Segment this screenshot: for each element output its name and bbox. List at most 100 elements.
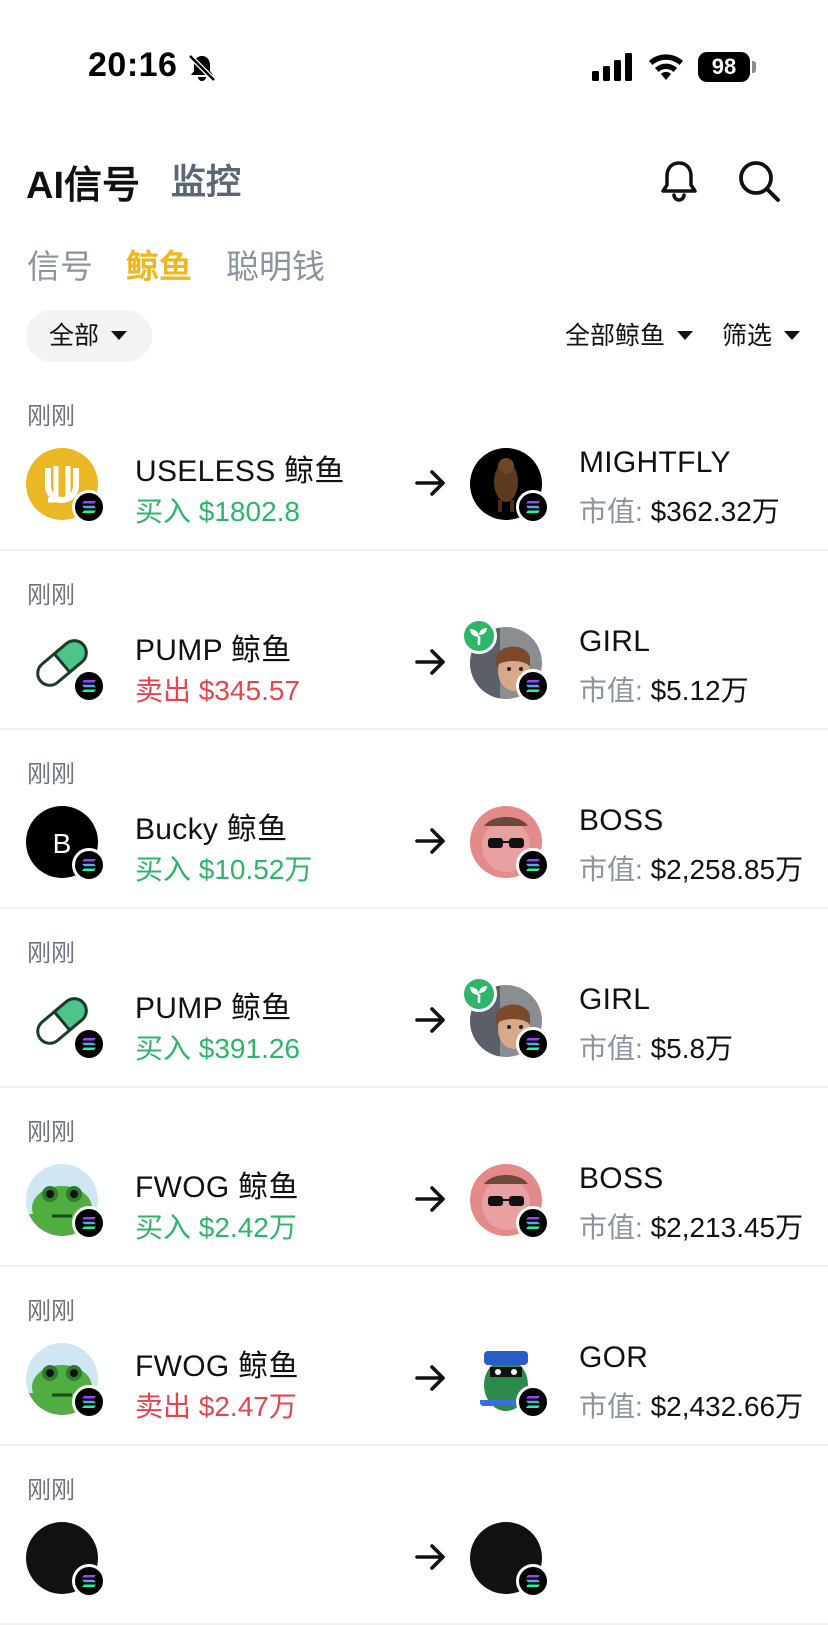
trade-action: 卖出 $2.47万 (135, 1391, 297, 1422)
list-item[interactable]: 刚刚 B Bucky 鲸鱼 买入 $10.52万 BOSS 市值: $2,258.85万 (0, 730, 828, 909)
solana-chain-icon (72, 1206, 106, 1240)
whale-name: FWOG 鲸鱼 (135, 1350, 299, 1383)
caret-down-icon (784, 331, 801, 341)
token-name[interactable]: BOSS (579, 1162, 664, 1196)
market-cap: 市值: $2,432.66万 (579, 1385, 803, 1425)
screen-dropdown[interactable]: 筛选 (722, 310, 801, 362)
token-avatar[interactable] (470, 448, 550, 524)
whale-avatar[interactable] (26, 1343, 106, 1419)
token-name[interactable]: BOSS (579, 804, 664, 838)
token-avatar[interactable] (470, 1522, 550, 1598)
whale-avatar[interactable] (26, 627, 106, 703)
solana-chain-icon (72, 1385, 106, 1419)
token-avatar[interactable] (470, 1343, 550, 1419)
solana-chain-icon (72, 1027, 106, 1061)
row-time: 刚刚 (27, 1298, 75, 1325)
whale-avatar[interactable] (26, 1522, 106, 1598)
battery-level: 98 (698, 52, 750, 82)
whale-avatar[interactable] (26, 448, 106, 524)
token-name[interactable]: MIGHTFLY (579, 446, 731, 480)
market-cap-label: 市值: (579, 496, 643, 527)
solana-chain-icon (72, 490, 106, 524)
market-cap-label: 市值: (579, 1212, 643, 1243)
whale-avatar[interactable] (26, 1164, 106, 1240)
list-item[interactable]: 刚刚 PUMP 鲸鱼 卖出 $345.57 GIRL 市值: $5.12万 (0, 551, 828, 730)
solana-chain-icon (72, 848, 106, 882)
token-avatar[interactable] (461, 976, 550, 1061)
whale-name: FWOG 鲸鱼 (135, 1171, 299, 1204)
list-item[interactable]: 刚刚 USELESS 鲸鱼 买入 $1802.8 MIGHTFLY 市值: $362.3… (0, 372, 828, 551)
tab-smart-money[interactable]: 聪明钱 (226, 240, 325, 288)
row-time: 刚刚 (27, 940, 75, 967)
solana-chain-icon (516, 1385, 550, 1419)
whale-avatar[interactable]: B (26, 806, 106, 882)
market-cap: 市值: $2,258.85万 (579, 848, 803, 888)
whale-name: PUMP 鲸鱼 (135, 634, 292, 667)
whale-name: Bucky 鲸鱼 (135, 813, 288, 846)
market-cap: 市值: $362.32万 (579, 490, 780, 530)
market-cap-label: 市值: (579, 854, 643, 885)
solana-chain-icon (516, 490, 550, 524)
row-time: 刚刚 (27, 582, 75, 609)
page-header: AI信号 监控 (0, 140, 828, 220)
whale-filter-dropdown[interactable]: 全部鲸鱼 (565, 310, 694, 362)
arrow-right-icon (415, 649, 445, 675)
sprout-icon (461, 618, 497, 654)
market-cap-value: $5.12万 (650, 675, 749, 706)
list-item[interactable]: 刚刚 PUMP 鲸鱼 买入 $391.26 GIRL 市值: $5.8万 (0, 909, 828, 1088)
whale-name: PUMP 鲸鱼 (135, 992, 292, 1025)
market-cap-value: $362.32万 (650, 496, 780, 527)
market-cap-value: $2,432.66万 (650, 1391, 804, 1422)
whale-avatar[interactable] (26, 985, 106, 1061)
list-item[interactable]: 刚刚 FWOG 鲸鱼 卖出 $2.47万 GOR 市值: $2,432.66万 (0, 1267, 828, 1446)
trade-action: 买入 $391.26 (135, 1033, 300, 1064)
list-item[interactable]: 刚刚 FWOG 鲸鱼 买入 $2.42万 BOSS 市值: $2,213.45万 (0, 1088, 828, 1267)
tab-whale[interactable]: 鲸鱼 (126, 240, 192, 288)
svg-text:B: B (53, 828, 72, 859)
row-time: 刚刚 (27, 1477, 75, 1504)
bell-muted-icon (188, 54, 216, 82)
token-name[interactable]: GIRL (579, 625, 650, 659)
page-title[interactable]: AI信号 (26, 154, 140, 209)
trade-action: 卖出 $345.57 (135, 675, 300, 706)
market-cap-label: 市值: (579, 675, 643, 706)
market-cap-value: $2,258.85万 (650, 854, 804, 885)
solana-chain-icon (516, 669, 550, 703)
arrow-right-icon (415, 1007, 445, 1033)
solana-chain-icon (72, 669, 106, 703)
wifi-icon (649, 54, 683, 80)
arrow-right-icon (415, 828, 445, 854)
battery-tip (752, 61, 756, 73)
status-time: 20:16 (88, 46, 178, 84)
row-time: 刚刚 (27, 1119, 75, 1146)
market-cap: 市值: $5.12万 (579, 669, 749, 709)
row-time: 刚刚 (27, 761, 75, 788)
list-item[interactable]: 刚刚 (0, 1446, 828, 1625)
trade-action: 买入 $10.52万 (135, 854, 313, 885)
market-cap-value: $5.8万 (650, 1033, 734, 1064)
monitor-tab[interactable]: 监控 (171, 154, 241, 205)
whale-name: USELESS 鲸鱼 (135, 455, 345, 488)
search-icon[interactable] (736, 158, 782, 204)
token-name[interactable]: GIRL (579, 983, 650, 1017)
trade-action: 买入 $2.42万 (135, 1212, 297, 1243)
token-avatar[interactable] (470, 1164, 550, 1240)
market-cap-label: 市值: (579, 1033, 643, 1064)
arrow-right-icon (415, 1186, 445, 1212)
trade-action: 买入 $1802.8 (135, 496, 300, 527)
solana-chain-icon (516, 1206, 550, 1240)
solana-chain-icon (516, 1564, 550, 1598)
token-avatar[interactable] (470, 806, 550, 882)
all-filter-dropdown[interactable]: 全部 (26, 310, 152, 362)
screen-label: 筛选 (722, 322, 773, 350)
bell-icon[interactable] (657, 158, 701, 204)
token-avatar[interactable] (461, 618, 550, 703)
arrow-right-icon (415, 1365, 445, 1391)
arrow-right-icon (415, 1544, 445, 1570)
market-cap-value: $2,213.45万 (650, 1212, 804, 1243)
caret-down-icon (111, 331, 128, 341)
status-bar: 20:16 98 (0, 0, 828, 130)
token-name[interactable]: GOR (579, 1341, 648, 1375)
solana-chain-icon (516, 1027, 550, 1061)
tab-signal[interactable]: 信号 (27, 240, 93, 288)
